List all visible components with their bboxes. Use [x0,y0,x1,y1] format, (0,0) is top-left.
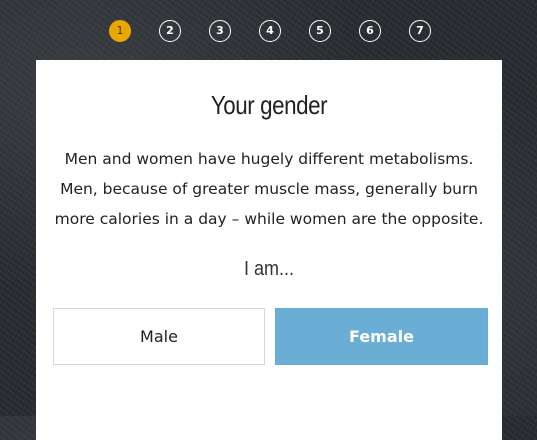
prompt-label: I am... [243,258,295,280]
step-2[interactable]: 2 [159,20,181,42]
description-line: Men and women have hugely different meta… [64,150,474,168]
step-7[interactable]: 7 [409,20,431,42]
step-indicator: 1 2 3 4 5 6 7 [0,20,537,44]
step-1[interactable]: 1 [109,20,131,42]
description: Men and women have hugely different meta… [50,144,488,234]
step-6[interactable]: 6 [359,20,381,42]
page-title: Your gender [210,90,328,120]
description-line: Men, because of greater muscle mass, gen… [60,180,478,198]
question-card: Your gender Men and women have hugely di… [36,60,502,440]
step-4[interactable]: 4 [259,20,281,42]
step-3[interactable]: 3 [209,20,231,42]
male-option-button[interactable]: Male [53,308,265,365]
description-line: more calories in a day – while women are… [54,210,484,228]
female-option-button[interactable]: Female [275,308,488,365]
step-5[interactable]: 5 [309,20,331,42]
